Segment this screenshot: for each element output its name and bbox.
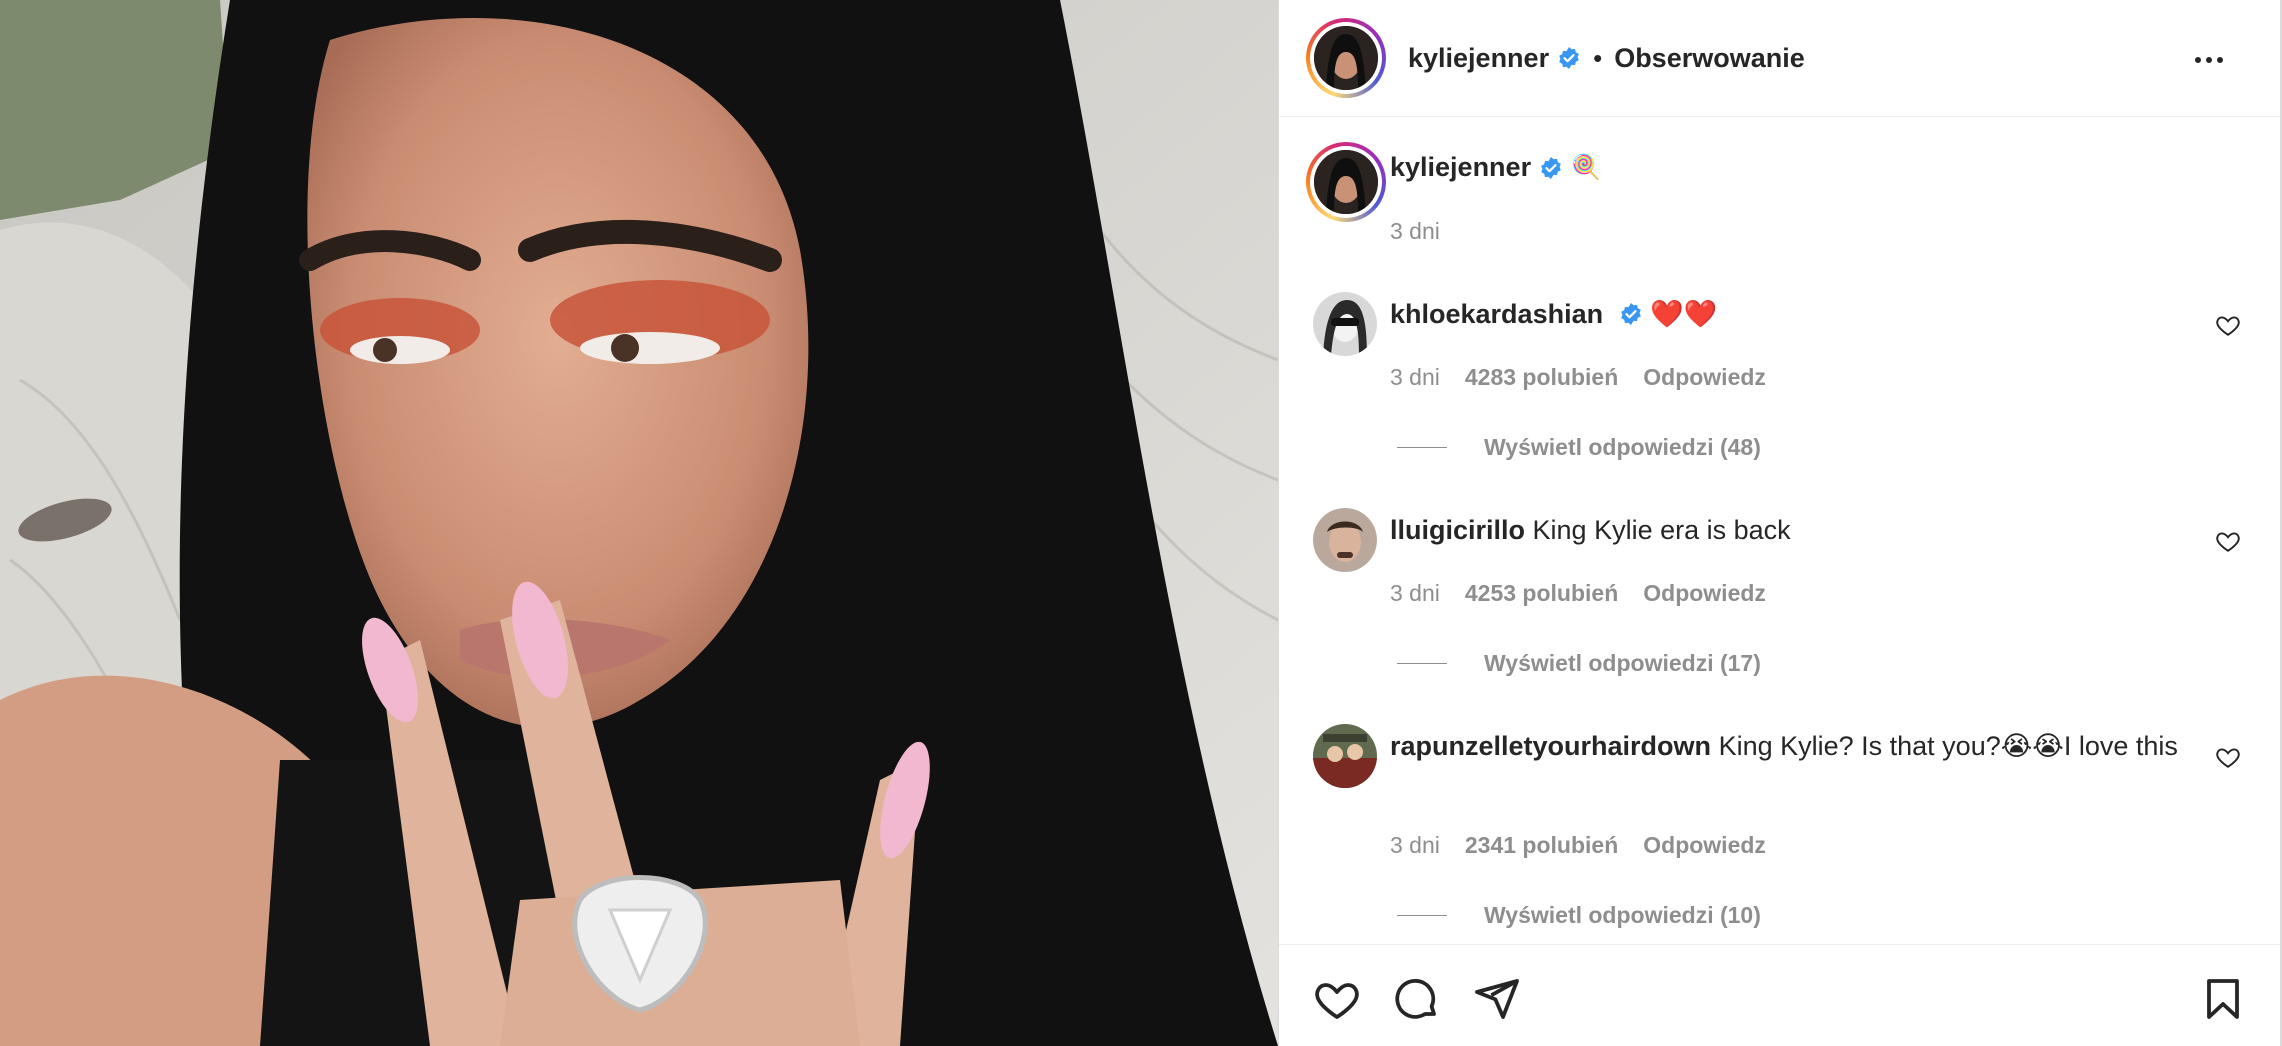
view-replies-label: Wyświetl odpowiedzi (48): [1484, 434, 1761, 460]
comment-bubble-icon[interactable]: [1393, 975, 1441, 1023]
comment-text: King Kylie era is back: [1532, 515, 1791, 545]
comment-time[interactable]: 3 dni: [1390, 832, 1440, 859]
caption-time[interactable]: 3 dni: [1390, 218, 1440, 245]
comment-username[interactable]: rapunzelletyourhairdown: [1390, 731, 1711, 761]
comment-meta: 3 dni 4283 polubień Odpowiedz: [1390, 364, 1766, 391]
view-replies-button[interactable]: Wyświetl odpowiedzi (17): [1397, 650, 1761, 677]
paper-plane-icon[interactable]: [1473, 975, 1521, 1023]
view-replies-label: Wyświetl odpowiedzi (10): [1484, 902, 1761, 928]
comment-meta: 3 dni 2341 polubień Odpowiedz: [1390, 832, 1766, 859]
more-options-icon[interactable]: [2179, 40, 2239, 80]
comment-body: lluigicirillo King Kylie era is back: [1390, 512, 2180, 548]
commenter-avatar[interactable]: [1313, 508, 1377, 572]
heart-icon[interactable]: [1313, 975, 1361, 1023]
reply-button[interactable]: Odpowiedz: [1643, 580, 1766, 607]
comment-likes[interactable]: 2341 polubień: [1465, 832, 1618, 859]
comment-text: King Kylie? Is that you?😭😭I love this: [1718, 731, 2178, 761]
caption-username[interactable]: kyliejenner: [1390, 152, 1531, 183]
caption-text: 🍭: [1571, 154, 1601, 181]
view-replies-button[interactable]: Wyświetl odpowiedzi (48): [1397, 434, 1761, 461]
author-avatar-ring[interactable]: [1306, 18, 1386, 98]
comment-username[interactable]: khloekardashian: [1390, 299, 1603, 329]
reply-button[interactable]: Odpowiedz: [1643, 364, 1766, 391]
commenter-avatar[interactable]: [1313, 292, 1377, 356]
caption-avatar: [1314, 150, 1378, 214]
post-side-panel: kyliejenner • Obserwowanie kyliejenner 🍭…: [1278, 0, 2282, 1046]
view-replies-button[interactable]: Wyświetl odpowiedzi (10): [1397, 902, 1761, 929]
verified-badge-icon: [1620, 303, 1641, 325]
follow-status-button[interactable]: Obserwowanie: [1614, 43, 1805, 74]
comment-time[interactable]: 3 dni: [1390, 364, 1440, 391]
header-separator: •: [1593, 42, 1603, 73]
post-header: kyliejenner • Obserwowanie: [1279, 0, 2281, 117]
view-replies-label: Wyświetl odpowiedzi (17): [1484, 650, 1761, 676]
comment-time[interactable]: 3 dni: [1390, 580, 1440, 607]
verified-badge-icon: [1559, 47, 1579, 69]
author-avatar: [1314, 26, 1378, 90]
comment-body: khloekardashian ❤️❤️: [1390, 296, 2180, 332]
replies-divider: [1397, 663, 1447, 664]
commenter-avatar[interactable]: [1313, 724, 1377, 788]
comment-like-heart-icon[interactable]: [2215, 744, 2241, 770]
bookmark-icon[interactable]: [2199, 975, 2247, 1023]
comment-meta: 3 dni 4253 polubień Odpowiedz: [1390, 580, 1766, 607]
comment-like-heart-icon[interactable]: [2215, 528, 2241, 554]
post-photo-illustration: [0, 0, 1278, 1046]
replies-divider: [1397, 447, 1447, 448]
author-username[interactable]: kyliejenner: [1408, 43, 1549, 74]
post-action-bar: [1279, 944, 2281, 1046]
reply-button[interactable]: Odpowiedz: [1643, 832, 1766, 859]
post-photo[interactable]: [0, 0, 1278, 1046]
replies-divider: [1397, 915, 1447, 916]
comment-text: ❤️❤️: [1650, 299, 1718, 329]
caption-avatar-ring[interactable]: [1306, 142, 1386, 222]
comment-like-heart-icon[interactable]: [2215, 312, 2241, 338]
verified-badge-icon: [1541, 156, 1561, 179]
comment-likes[interactable]: 4253 polubień: [1465, 580, 1618, 607]
comment-likes[interactable]: 4283 polubień: [1465, 364, 1618, 391]
comment-body: rapunzelletyourhairdown King Kylie? Is t…: [1390, 728, 2180, 764]
comment-username[interactable]: lluigicirillo: [1390, 515, 1525, 545]
